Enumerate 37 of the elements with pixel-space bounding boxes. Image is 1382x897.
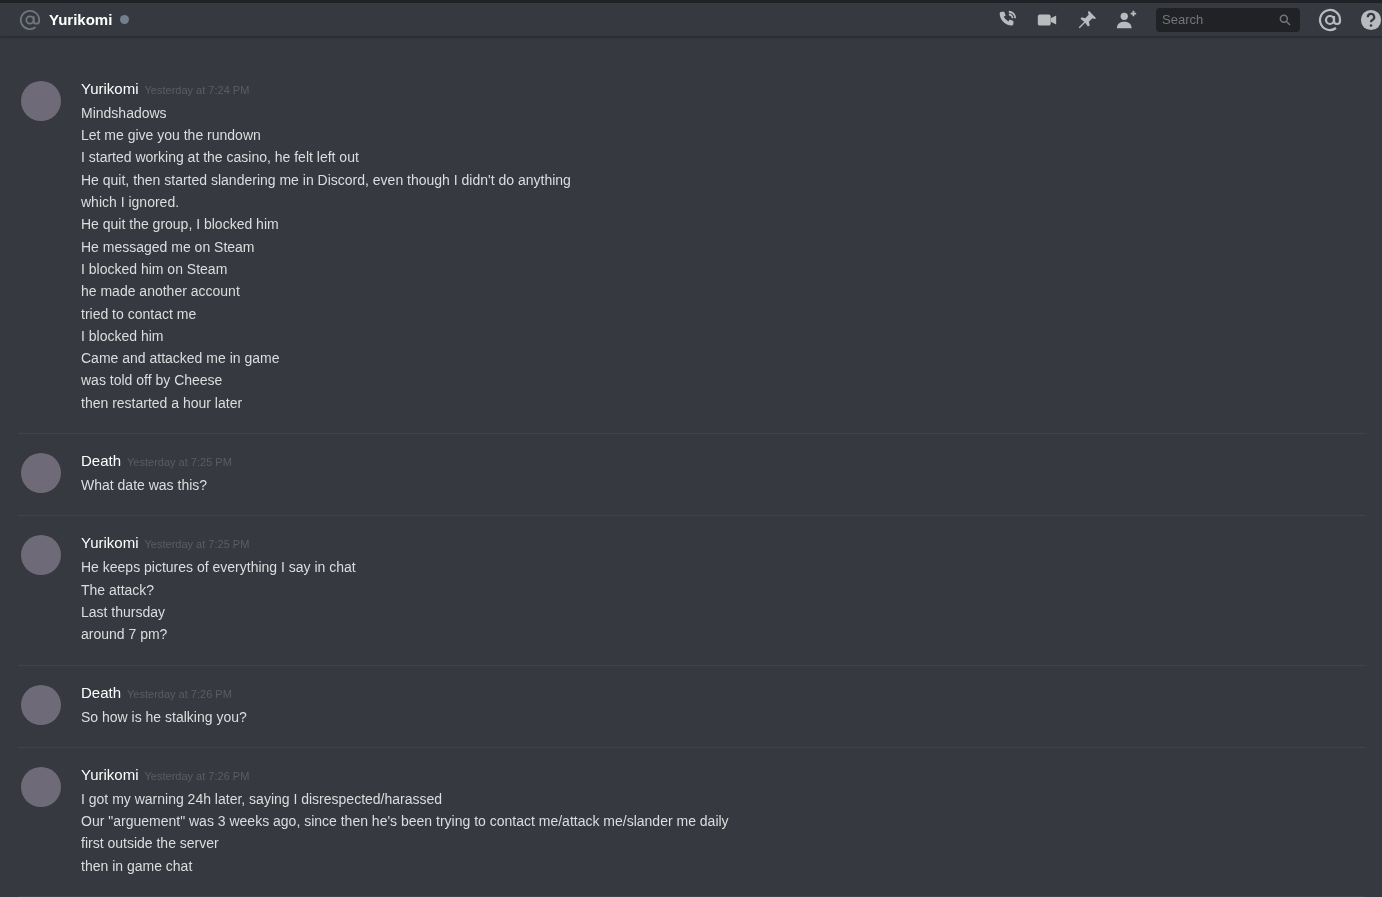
message-text: around 7 pm?	[81, 625, 169, 645]
message-text: I blocked him	[81, 326, 165, 346]
add-user-icon[interactable]	[1116, 8, 1138, 31]
author-name[interactable]: Death	[81, 683, 122, 701]
pin-icon[interactable]	[1076, 8, 1098, 31]
message-text: first outside the server	[81, 834, 220, 854]
message-text: Came and attacked me in game	[81, 349, 281, 369]
message-text: He keeps pictures of everything I say in chat	[81, 558, 356, 578]
message-text: then restarted a hour later	[81, 393, 244, 413]
message-text: I got my warning 24h later, saying I disrespected/harassed	[81, 789, 444, 809]
message-text: He quit, then started slandering me in Discord, even though I didn't do anything	[81, 170, 571, 190]
message-text: then in game chat	[81, 856, 194, 876]
search-field[interactable]: Search	[1156, 7, 1300, 32]
channel-name: Yurikomi	[49, 11, 113, 29]
message-text: He quit the group, I blocked him	[81, 215, 280, 235]
message-text: He messaged me on Steam	[81, 237, 256, 257]
search-icon	[1278, 12, 1292, 27]
author-name[interactable]: Yurikomi	[81, 534, 139, 552]
message-text: tried to contact me	[81, 304, 198, 324]
message-text: was told off by Cheese	[81, 371, 224, 391]
message-text: What date was this?	[81, 476, 209, 496]
message-text: Last thursday	[81, 602, 167, 622]
help-icon[interactable]	[1360, 8, 1382, 31]
at-sign-icon	[19, 8, 41, 31]
message-text: Mindshadows	[81, 103, 168, 123]
mention-icon[interactable]	[1318, 7, 1342, 32]
message-text: which I ignored.	[81, 193, 181, 213]
message-text: I started working at the casino, he felt left out	[81, 148, 360, 168]
author-name[interactable]: Yurikomi	[81, 765, 139, 783]
message-text: he made another account	[81, 282, 241, 302]
message-text: The attack?	[81, 580, 156, 600]
message-text: Our "arguement" was 3 weeks ago, since then he's been trying to contact me/attack me/slander me daily	[81, 812, 729, 832]
author-name[interactable]: Yurikomi	[81, 79, 139, 97]
author-name[interactable]: Death	[81, 452, 122, 470]
message-text: Let me give you the rundown	[81, 126, 262, 146]
message-text: I blocked him on Steam	[81, 259, 229, 279]
message-text: So how is he stalking you?	[81, 707, 247, 727]
